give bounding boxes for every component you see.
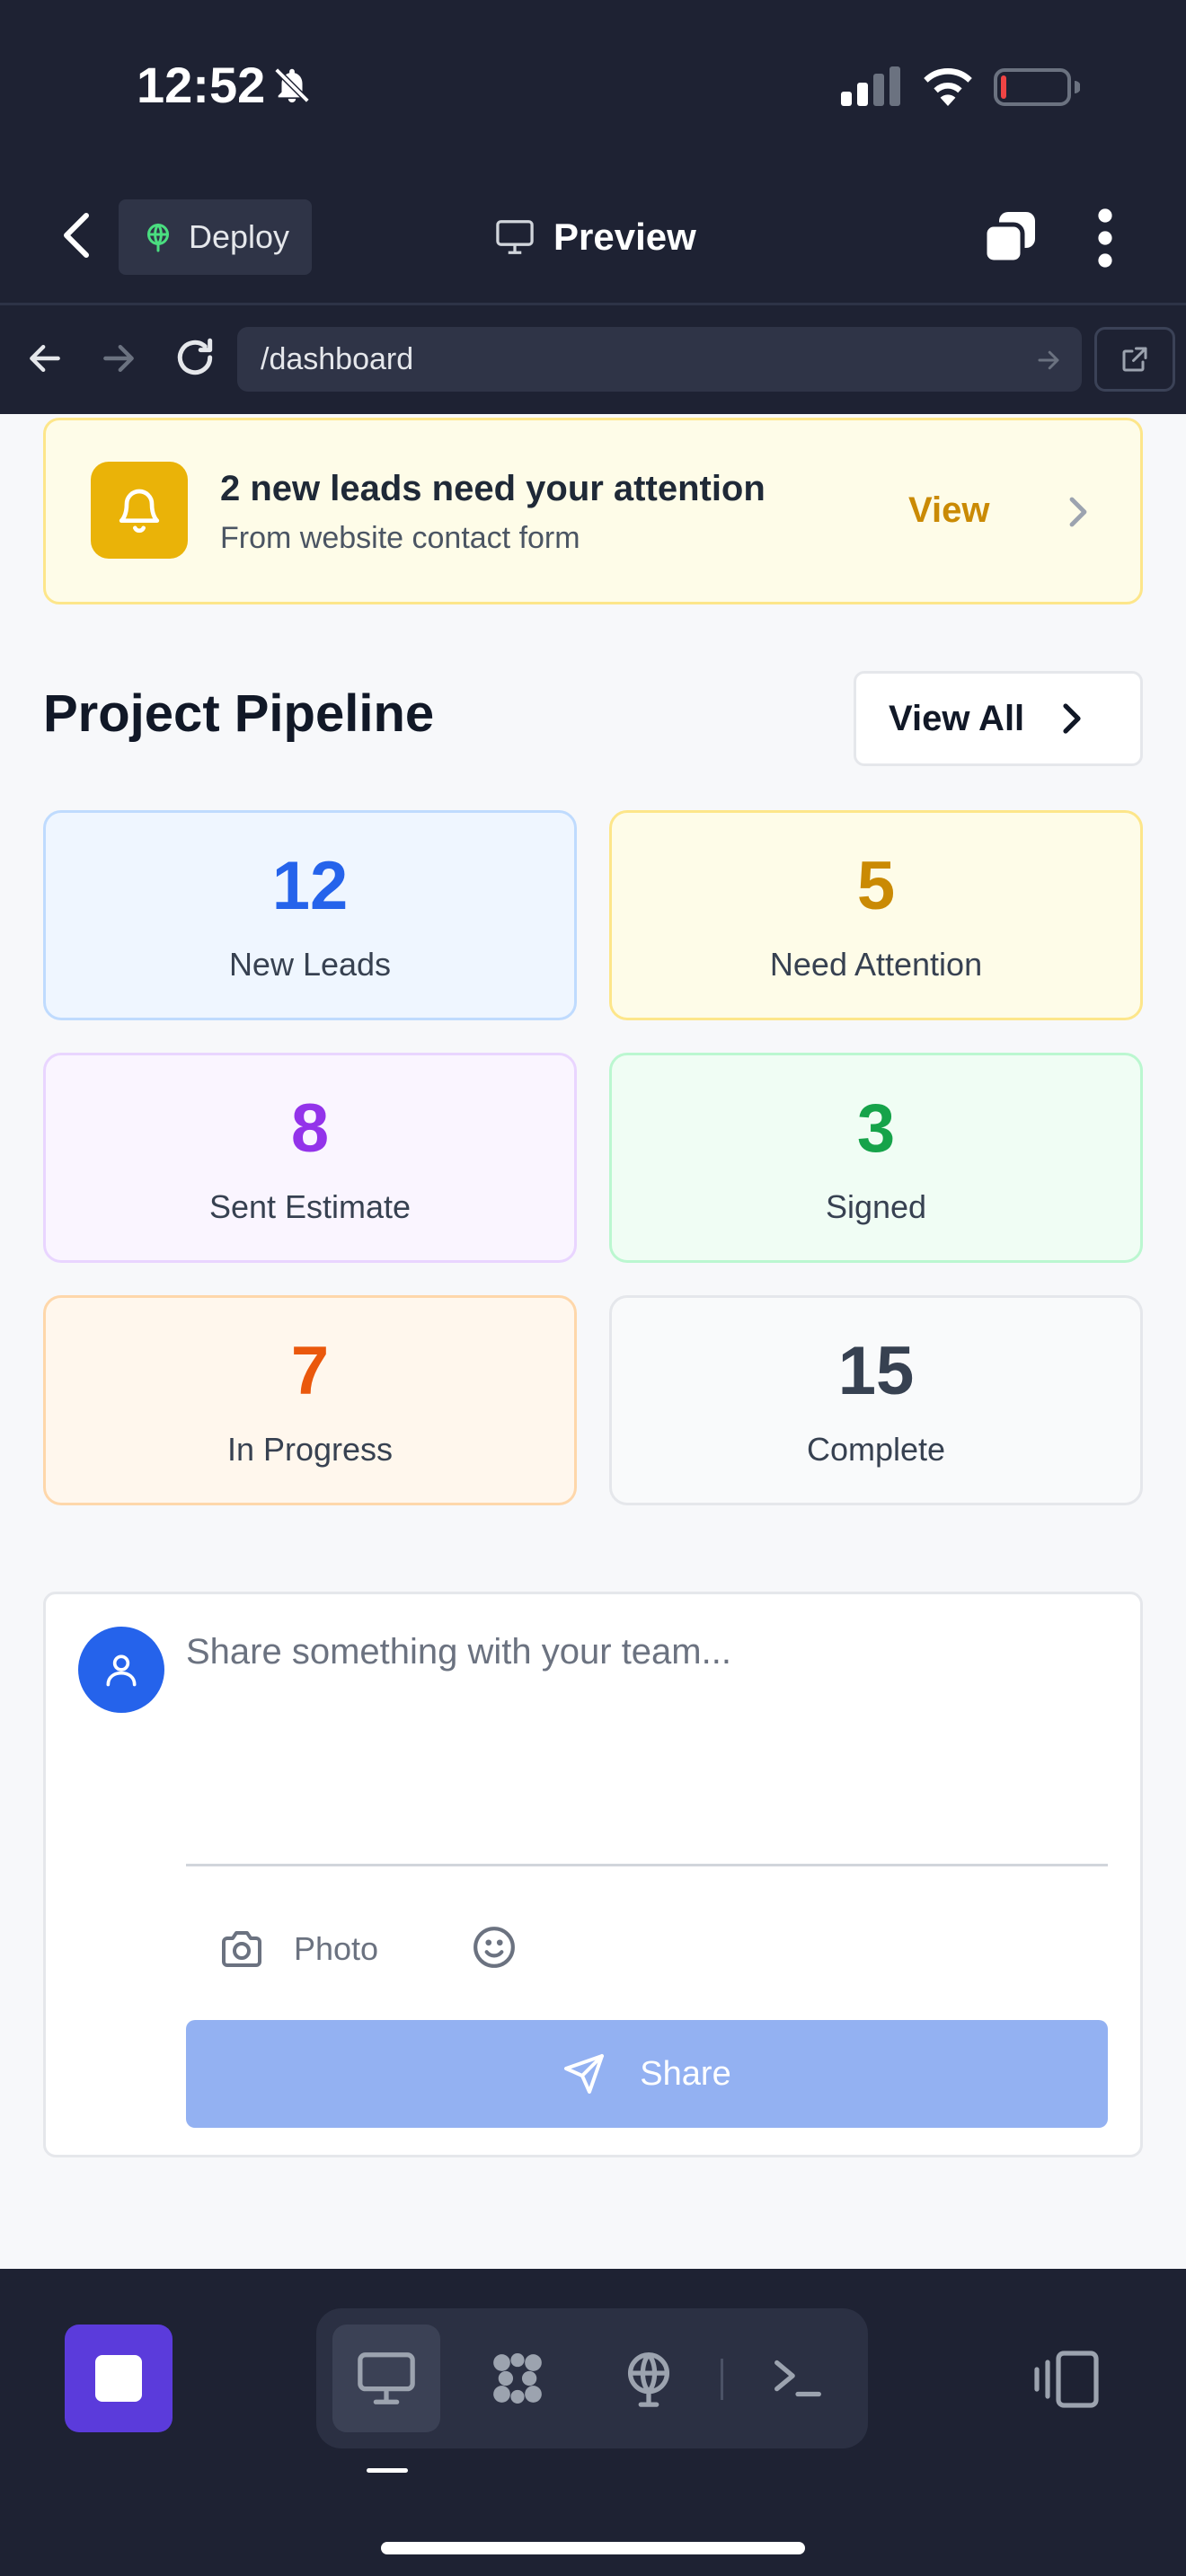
alert-icon-badge bbox=[91, 462, 188, 559]
stop-icon bbox=[95, 2355, 142, 2402]
stat-value: 3 bbox=[856, 1090, 896, 1167]
home-indicator bbox=[381, 2542, 805, 2554]
post-input[interactable]: Share something with your team... bbox=[186, 1632, 1111, 1686]
stat-label: Complete bbox=[806, 1431, 946, 1468]
browser-url-row: /dashboard bbox=[0, 308, 1186, 414]
signal-icon bbox=[841, 66, 900, 106]
chevron-right-icon[interactable] bbox=[1061, 494, 1093, 530]
stat-value: 15 bbox=[837, 1333, 915, 1409]
more-icon[interactable] bbox=[1087, 207, 1123, 269]
view-all-button[interactable]: View All bbox=[854, 671, 1143, 766]
stat-label: Signed bbox=[825, 1188, 927, 1225]
divider bbox=[186, 1864, 1108, 1866]
stop-button[interactable] bbox=[65, 2325, 173, 2432]
share-label: Share bbox=[640, 2054, 731, 2093]
external-link-icon bbox=[1122, 347, 1147, 372]
leads-alert-banner[interactable]: 2 new leads need your attention From web… bbox=[43, 418, 1143, 604]
alert-subtitle: From website contact form bbox=[220, 521, 580, 555]
tabs-icon[interactable] bbox=[981, 208, 1039, 266]
tool-agents[interactable] bbox=[464, 2325, 571, 2432]
stat-card-signed[interactable]: 3 Signed bbox=[609, 1053, 1143, 1263]
stat-card-in-progress[interactable]: 7 In Progress bbox=[43, 1295, 577, 1505]
stat-label: New Leads bbox=[228, 946, 392, 983]
stat-label: Sent Estimate bbox=[208, 1188, 412, 1225]
bottom-toolbar bbox=[0, 2269, 1186, 2576]
chevron-right-icon bbox=[1063, 703, 1081, 734]
stat-card-complete[interactable]: 15 Complete bbox=[609, 1295, 1143, 1505]
send-icon bbox=[564, 2054, 605, 2094]
alert-title: 2 new leads need your attention bbox=[220, 469, 766, 508]
status-time: 12:52 bbox=[137, 57, 266, 113]
bell-off-icon bbox=[274, 67, 310, 103]
main-content: 2 new leads need your attention From web… bbox=[0, 414, 1186, 2269]
globe-icon bbox=[627, 2352, 670, 2407]
active-tool-indicator bbox=[367, 2468, 408, 2473]
share-button[interactable]: Share bbox=[186, 2020, 1108, 2128]
panel-icon[interactable] bbox=[1033, 2348, 1102, 2411]
tool-terminal[interactable] bbox=[744, 2325, 852, 2432]
stat-label: Need Attention bbox=[769, 946, 983, 983]
view-all-label: View All bbox=[889, 698, 1025, 738]
stat-value: 12 bbox=[271, 848, 349, 924]
stat-card-need-attention[interactable]: 5 Need Attention bbox=[609, 810, 1143, 1020]
status-bar: 12:52 bbox=[0, 0, 1186, 171]
tool-deploy[interactable] bbox=[595, 2325, 703, 2432]
stat-value: 8 bbox=[290, 1090, 330, 1167]
post-composer: Share something with your team... Photo … bbox=[43, 1592, 1143, 2157]
arrow-right-icon[interactable] bbox=[1035, 347, 1062, 374]
agents-icon bbox=[493, 2353, 542, 2404]
reload-icon[interactable] bbox=[173, 335, 217, 380]
page-title-text: Preview bbox=[553, 216, 696, 258]
app-nav-bar: Deploy Preview bbox=[0, 171, 1186, 305]
monitor-icon bbox=[496, 220, 534, 254]
deploy-button[interactable]: Deploy bbox=[119, 199, 312, 275]
wifi-icon bbox=[924, 67, 972, 106]
deploy-label: Deploy bbox=[189, 218, 290, 255]
back-icon[interactable] bbox=[54, 208, 97, 262]
user-icon bbox=[106, 1654, 137, 1687]
arrow-left-icon[interactable] bbox=[25, 339, 65, 378]
page-title: Preview bbox=[494, 205, 696, 269]
photo-button[interactable]: Photo bbox=[220, 1925, 378, 1973]
open-external-button[interactable] bbox=[1094, 327, 1175, 392]
emoji-icon[interactable] bbox=[472, 1925, 517, 1970]
tool-desktop[interactable] bbox=[332, 2325, 440, 2432]
arrow-right-icon[interactable] bbox=[99, 339, 138, 378]
photo-label: Photo bbox=[294, 1930, 379, 1967]
stat-card-new-leads[interactable]: 12 New Leads bbox=[43, 810, 577, 1020]
stat-value: 5 bbox=[856, 848, 896, 924]
camera-icon bbox=[222, 1931, 261, 1967]
battery-icon bbox=[994, 68, 1080, 106]
deploy-icon bbox=[147, 224, 169, 252]
tool-switcher bbox=[316, 2308, 868, 2448]
stat-value: 7 bbox=[290, 1333, 330, 1409]
desktop-icon bbox=[358, 2352, 415, 2404]
url-field[interactable]: /dashboard bbox=[237, 327, 1082, 392]
bell-icon bbox=[119, 489, 160, 534]
url-text: /dashboard bbox=[261, 341, 414, 376]
terminal-icon bbox=[774, 2360, 821, 2397]
section-title: Project Pipeline bbox=[43, 684, 435, 743]
avatar bbox=[78, 1627, 164, 1713]
alert-view-link[interactable]: View bbox=[908, 490, 989, 531]
tool-separator bbox=[721, 2359, 723, 2400]
stat-card-sent-estimate[interactable]: 8 Sent Estimate bbox=[43, 1053, 577, 1263]
stat-label: In Progress bbox=[226, 1431, 394, 1468]
